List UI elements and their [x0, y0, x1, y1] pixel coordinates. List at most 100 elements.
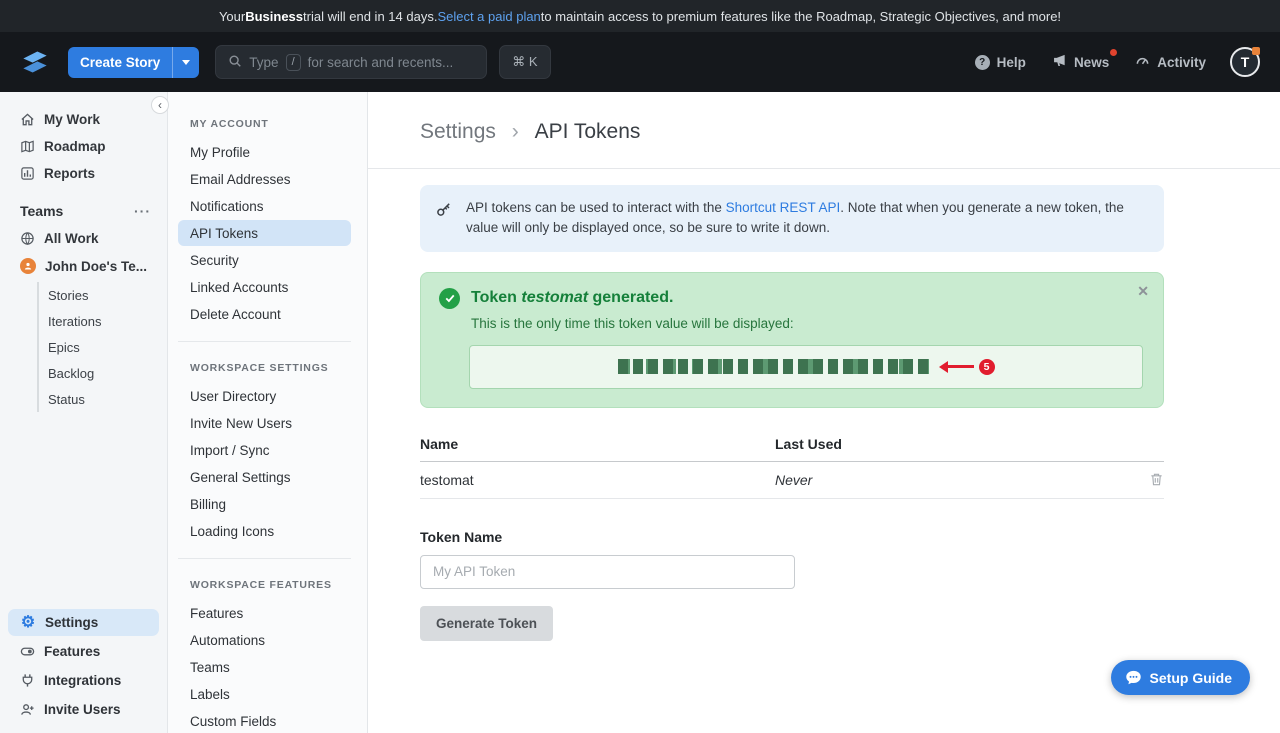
help-button[interactable]: ? Help: [975, 55, 1026, 70]
bar-chart-icon: [25, 170, 31, 177]
invite-users-label: Invite Users: [44, 702, 121, 717]
features-label: Features: [44, 644, 100, 659]
sidebar-item-my-work[interactable]: My Work: [0, 106, 167, 133]
settings-nav-item-automations[interactable]: Automations: [178, 627, 351, 653]
sidebar-bottom-group: ⚙ Settings Features Integrations Invite …: [0, 609, 167, 733]
help-label: Help: [997, 55, 1026, 70]
settings-nav-header-workspace-features: WORKSPACE FEATURES: [168, 573, 367, 599]
create-story-dropdown[interactable]: [172, 47, 199, 78]
sidebar-item-roadmap[interactable]: Roadmap: [0, 133, 167, 160]
close-icon[interactable]: ✕: [1137, 283, 1149, 300]
sidebar-item-status[interactable]: Status: [39, 386, 167, 412]
token-name-input[interactable]: [420, 555, 795, 589]
create-story-button[interactable]: Create Story: [68, 47, 199, 78]
banner-plan-name: Business: [245, 9, 303, 24]
news-button[interactable]: News: [1052, 53, 1109, 71]
sidebar-item-iterations[interactable]: Iterations: [39, 308, 167, 334]
main-content: Settings › API Tokens API tokens can be …: [368, 92, 1280, 733]
settings-nav-item-invite-new-users[interactable]: Invite New Users: [178, 410, 351, 436]
token-generated-alert: Token testomat generated. This is the on…: [420, 272, 1164, 408]
team-name-label: John Doe's Te...: [45, 259, 147, 274]
settings-nav-item-features[interactable]: Features: [178, 600, 351, 626]
search-placeholder-type: Type: [249, 55, 278, 70]
redacted-token-value: [618, 359, 930, 374]
setup-guide-button[interactable]: Setup Guide: [1111, 660, 1250, 695]
search-icon: [228, 54, 242, 71]
news-notification-dot: [1110, 49, 1117, 56]
settings-nav-item-custom-fields[interactable]: Custom Fields: [178, 708, 351, 733]
settings-nav-item-linked-accounts[interactable]: Linked Accounts: [178, 274, 351, 300]
banner-text-prefix: Your: [219, 9, 245, 24]
token-row-name: testomat: [420, 472, 775, 488]
page-title: API Tokens: [535, 120, 641, 143]
avatar-initial: T: [1241, 54, 1250, 70]
alert-title: Token testomat generated.: [471, 289, 673, 307]
person-plus-icon: [30, 706, 34, 710]
sidebar-item-invite-users[interactable]: Invite Users: [8, 696, 159, 723]
settings-nav-item-delete-account[interactable]: Delete Account: [178, 301, 351, 327]
sidebar-item-settings[interactable]: ⚙ Settings: [8, 609, 159, 636]
help-icon: ?: [975, 55, 990, 70]
activity-gauge-icon: [1135, 53, 1150, 71]
integrations-label: Integrations: [44, 673, 121, 688]
banner-text-suffix: to maintain access to premium features l…: [541, 9, 1061, 24]
banner-text-mid: trial will end in 14 days.: [303, 9, 437, 24]
shortcut-logo-icon[interactable]: [20, 47, 54, 77]
arrow-line: [948, 365, 974, 368]
keyboard-shortcut-badge: ⌘ K: [499, 45, 550, 79]
sidebar-item-features[interactable]: Features: [8, 638, 159, 665]
search-input[interactable]: Type / for search and recents...: [215, 45, 487, 79]
sidebar-item-integrations[interactable]: Integrations: [8, 667, 159, 694]
top-bar: Create Story Type / for search and recen…: [0, 32, 1280, 92]
settings-nav-item-user-directory[interactable]: User Directory: [178, 383, 351, 409]
column-header-actions: [1136, 436, 1164, 452]
settings-nav-header-my-account: MY ACCOUNT: [168, 112, 367, 138]
my-work-label: My Work: [44, 112, 100, 127]
sidebar-item-stories[interactable]: Stories: [39, 282, 167, 308]
avatar-status-dot: [1252, 47, 1260, 55]
token-row-last-used: Never: [775, 472, 1136, 488]
token-name-label: Token Name: [420, 529, 1164, 545]
alert-token-name: testomat: [521, 289, 588, 306]
delete-token-button[interactable]: [1136, 472, 1164, 487]
user-avatar[interactable]: T: [1230, 47, 1260, 77]
column-header-name: Name: [420, 436, 775, 452]
reports-label: Reports: [44, 166, 95, 181]
slash-key-hint: /: [286, 54, 301, 71]
settings-nav-item-loading-icons[interactable]: Loading Icons: [178, 518, 351, 544]
settings-nav-item-teams[interactable]: Teams: [178, 654, 351, 680]
token-value-box: 5: [469, 345, 1143, 389]
content-column: API tokens can be used to interact with …: [368, 169, 1164, 641]
activity-button[interactable]: Activity: [1135, 53, 1206, 71]
settings-nav-item-my-profile[interactable]: My Profile: [178, 139, 351, 165]
sidebar-item-epics[interactable]: Epics: [39, 334, 167, 360]
select-paid-plan-link[interactable]: Select a paid plan: [437, 9, 540, 24]
sidebar-collapse-button[interactable]: ‹: [151, 96, 169, 114]
sidebar-item-team[interactable]: John Doe's Te...: [0, 252, 167, 280]
settings-nav-item-labels[interactable]: Labels: [178, 681, 351, 707]
sidebar-item-reports[interactable]: Reports: [0, 160, 167, 187]
teams-options-button[interactable]: ···: [134, 203, 151, 219]
check-circle-icon: [439, 288, 460, 309]
settings-nav-item-email-addresses[interactable]: Email Addresses: [178, 166, 351, 192]
settings-nav-item-notifications[interactable]: Notifications: [178, 193, 351, 219]
annotation-arrow-icon: [933, 361, 974, 373]
rest-api-link[interactable]: Shortcut REST API: [726, 200, 841, 215]
settings-nav-item-billing[interactable]: Billing: [178, 491, 351, 517]
settings-nav-item-general-settings[interactable]: General Settings: [178, 464, 351, 490]
settings-nav-item-security[interactable]: Security: [178, 247, 351, 273]
sidebar-item-backlog[interactable]: Backlog: [39, 360, 167, 386]
megaphone-icon: [1052, 53, 1067, 71]
chevron-down-icon: [182, 60, 190, 69]
settings-nav-item-import-sync[interactable]: Import / Sync: [178, 437, 351, 463]
sidebar-item-all-work[interactable]: All Work: [0, 225, 167, 252]
generate-token-button[interactable]: Generate Token: [420, 606, 553, 641]
breadcrumb-settings[interactable]: Settings: [420, 120, 496, 143]
trash-icon: [1149, 472, 1164, 487]
teams-header-label: Teams: [20, 203, 63, 219]
search-placeholder-rest: for search and recents...: [308, 55, 454, 70]
alert-header: Token testomat generated.: [439, 288, 1145, 309]
alert-title-prefix: Token: [471, 289, 521, 306]
settings-nav-item-api-tokens[interactable]: API Tokens: [178, 220, 351, 246]
all-work-label: All Work: [44, 231, 99, 246]
